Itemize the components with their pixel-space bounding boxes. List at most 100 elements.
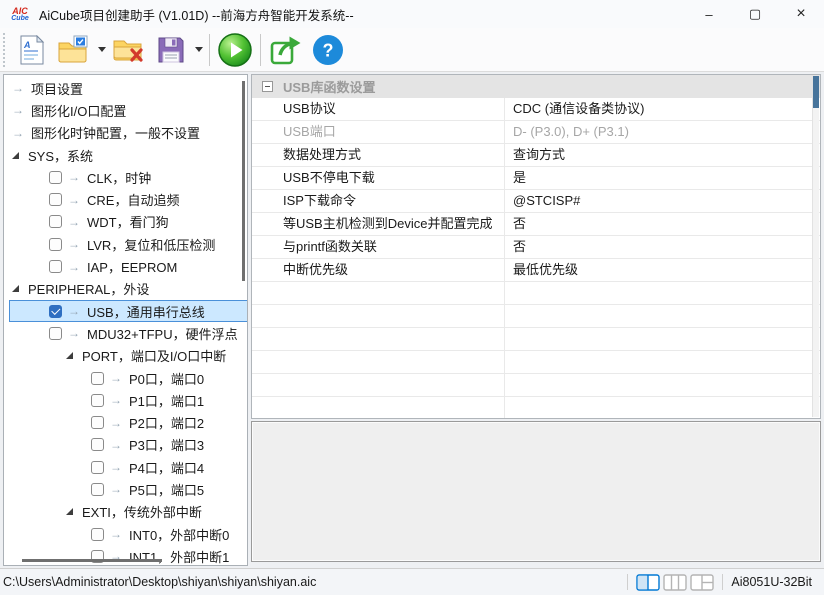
new-project-button[interactable]: A bbox=[11, 31, 53, 69]
tree-item-checkbox[interactable] bbox=[49, 215, 62, 228]
expand-triangle-icon[interactable] bbox=[12, 285, 19, 292]
prop-row-empty bbox=[252, 374, 820, 397]
tree-item[interactable]: → P2口，端口2 bbox=[4, 411, 247, 433]
tree-item[interactable]: → 图形化I/O口配置 bbox=[4, 99, 247, 121]
tree-item[interactable]: → P3口，端口3 bbox=[4, 434, 247, 456]
tree-item[interactable]: → P1口，端口1 bbox=[4, 389, 247, 411]
toolbar: A bbox=[0, 28, 824, 72]
tree-item[interactable]: → CRE，自动追频 bbox=[4, 188, 247, 210]
maximize-button[interactable]: ▢ bbox=[732, 0, 778, 28]
tree-item[interactable]: → LVR，复位和低压检测 bbox=[4, 233, 247, 255]
toolbar-gripper[interactable] bbox=[3, 33, 8, 67]
property-row[interactable]: 中断优先级 最低优先级 bbox=[252, 259, 820, 282]
property-row[interactable]: 数据处理方式 查询方式 bbox=[252, 144, 820, 167]
prop-label: USB协议 bbox=[252, 98, 505, 120]
tree-item-checkbox[interactable] bbox=[49, 260, 62, 273]
tree-item-checkbox[interactable] bbox=[49, 305, 62, 318]
tree-item[interactable]: → INT1，外部中断1 bbox=[4, 545, 247, 566]
tree-item[interactable]: → IAP，EEPROM bbox=[4, 255, 247, 277]
property-rows: USB协议 CDC (通信设备类协议) USB端口 D- (P3.0), D+ … bbox=[252, 98, 820, 419]
tree-item-checkbox[interactable] bbox=[91, 461, 104, 474]
prop-value[interactable]: 否 bbox=[505, 236, 820, 258]
property-row[interactable]: USB不停电下载 是 bbox=[252, 167, 820, 190]
run-generate-button[interactable] bbox=[214, 31, 256, 69]
tree-item[interactable]: → 项目设置 bbox=[4, 77, 247, 99]
tree-item-checkbox[interactable] bbox=[49, 171, 62, 184]
layout-three-pane-icon[interactable] bbox=[663, 574, 687, 591]
prop-value[interactable]: D- (P3.0), D+ (P3.1) bbox=[505, 121, 820, 143]
prop-value[interactable]: 是 bbox=[505, 167, 820, 189]
minimize-button[interactable]: – bbox=[686, 0, 732, 28]
toolbar-separator bbox=[209, 34, 210, 66]
tree-item-checkbox[interactable] bbox=[49, 327, 62, 340]
tree-item-checkbox[interactable] bbox=[91, 394, 104, 407]
collapse-minus-icon[interactable] bbox=[262, 81, 273, 92]
tree-item[interactable]: → USB，通用串行总线 bbox=[4, 300, 247, 322]
tree-item-label: INT1，外部中断1 bbox=[129, 547, 229, 566]
tree-item[interactable]: → P0口，端口0 bbox=[4, 367, 247, 389]
export-code-button[interactable] bbox=[265, 31, 307, 69]
prop-value[interactable]: 最低优先级 bbox=[505, 259, 820, 281]
property-grid-panel: USB库函数设置 USB协议 CDC (通信设备类协议) USB端口 D- (P… bbox=[251, 74, 821, 419]
expand-triangle-icon[interactable] bbox=[66, 508, 73, 515]
tree-item-label: LVR，复位和低压检测 bbox=[87, 235, 215, 254]
grid-vertical-scrollbar[interactable] bbox=[812, 76, 819, 417]
tree-item[interactable]: → WDT，看门狗 bbox=[4, 211, 247, 233]
statusbar-separator bbox=[627, 574, 628, 590]
tree-vertical-scrollbar[interactable] bbox=[242, 81, 245, 281]
prop-value[interactable]: CDC (通信设备类协议) bbox=[505, 98, 820, 120]
property-row[interactable]: 与printf函数关联 否 bbox=[252, 236, 820, 259]
help-button[interactable]: ? bbox=[307, 31, 349, 69]
tree-item[interactable]: PORT，端口及I/O口中断 bbox=[4, 345, 247, 367]
tree-item[interactable]: EXTI，传统外部中断 bbox=[4, 501, 247, 523]
tree-item-label: 图形化时钟配置，一般不设置 bbox=[31, 123, 200, 142]
tree-item-label: USB，通用串行总线 bbox=[87, 302, 205, 321]
tree-item-checkbox[interactable] bbox=[91, 438, 104, 451]
prop-row-empty bbox=[252, 351, 820, 374]
toolbar-separator bbox=[260, 34, 261, 66]
tree-item[interactable]: → P4口，端口4 bbox=[4, 456, 247, 478]
property-row[interactable]: 等USB主机检测到Device并配置完成 否 bbox=[252, 213, 820, 236]
help-question-icon: ? bbox=[312, 34, 344, 66]
expand-triangle-icon[interactable] bbox=[66, 352, 73, 359]
prop-value[interactable]: 查询方式 bbox=[505, 144, 820, 166]
titlebar: AIC Cube AiCube项目创建助手 (V1.01D) --前海方舟智能开… bbox=[0, 0, 824, 28]
tree-item-checkbox[interactable] bbox=[49, 238, 62, 251]
tree-item[interactable]: → 图形化时钟配置，一般不设置 bbox=[4, 122, 247, 144]
property-row[interactable]: ISP下载命令 @STCISP# bbox=[252, 190, 820, 213]
tree-item-label: PERIPHERAL，外设 bbox=[28, 279, 149, 298]
tree-item-checkbox[interactable] bbox=[91, 372, 104, 385]
tree-item-checkbox[interactable] bbox=[91, 528, 104, 541]
property-group-title: USB库函数设置 bbox=[283, 77, 375, 96]
expand-triangle-icon[interactable] bbox=[12, 152, 19, 159]
tree-item[interactable]: SYS，系统 bbox=[4, 144, 247, 166]
tree-item-checkbox[interactable] bbox=[49, 193, 62, 206]
property-row[interactable]: USB端口 D- (P3.0), D+ (P3.1) bbox=[252, 121, 820, 144]
tree-item[interactable]: PERIPHERAL，外设 bbox=[4, 278, 247, 300]
tree-item[interactable]: → CLK，时钟 bbox=[4, 166, 247, 188]
close-project-button[interactable] bbox=[108, 31, 150, 69]
open-project-dropdown[interactable] bbox=[95, 31, 108, 69]
tree-item[interactable]: → P5口，端口5 bbox=[4, 478, 247, 500]
layout-two-pane-icon[interactable] bbox=[636, 574, 660, 591]
tree-item-label: P1口，端口1 bbox=[129, 391, 204, 410]
save-project-dropdown[interactable] bbox=[192, 31, 205, 69]
grid-scrollbar-thumb[interactable] bbox=[813, 76, 819, 108]
tree-horizontal-scrollbar[interactable] bbox=[22, 559, 162, 562]
tree-item-checkbox[interactable] bbox=[91, 416, 104, 429]
save-project-button[interactable] bbox=[150, 31, 192, 69]
tree-item-checkbox[interactable] bbox=[91, 483, 104, 496]
tree-item[interactable]: → MDU32+TFPU，硬件浮点 bbox=[4, 322, 247, 344]
item-arrow-icon: → bbox=[68, 237, 80, 251]
open-project-button[interactable] bbox=[53, 31, 95, 69]
prop-value[interactable]: @STCISP# bbox=[505, 190, 820, 212]
tree-item-label: SYS，系统 bbox=[28, 146, 93, 165]
description-panel bbox=[251, 421, 821, 562]
tree-item[interactable]: → INT0，外部中断0 bbox=[4, 523, 247, 545]
prop-label: USB不停电下载 bbox=[252, 167, 505, 189]
tree-item-label: CRE，自动追频 bbox=[87, 190, 179, 209]
property-row[interactable]: USB协议 CDC (通信设备类协议) bbox=[252, 98, 820, 121]
prop-value[interactable]: 否 bbox=[505, 213, 820, 235]
layout-split-pane-icon[interactable] bbox=[690, 574, 714, 591]
close-button[interactable]: × bbox=[778, 0, 824, 28]
